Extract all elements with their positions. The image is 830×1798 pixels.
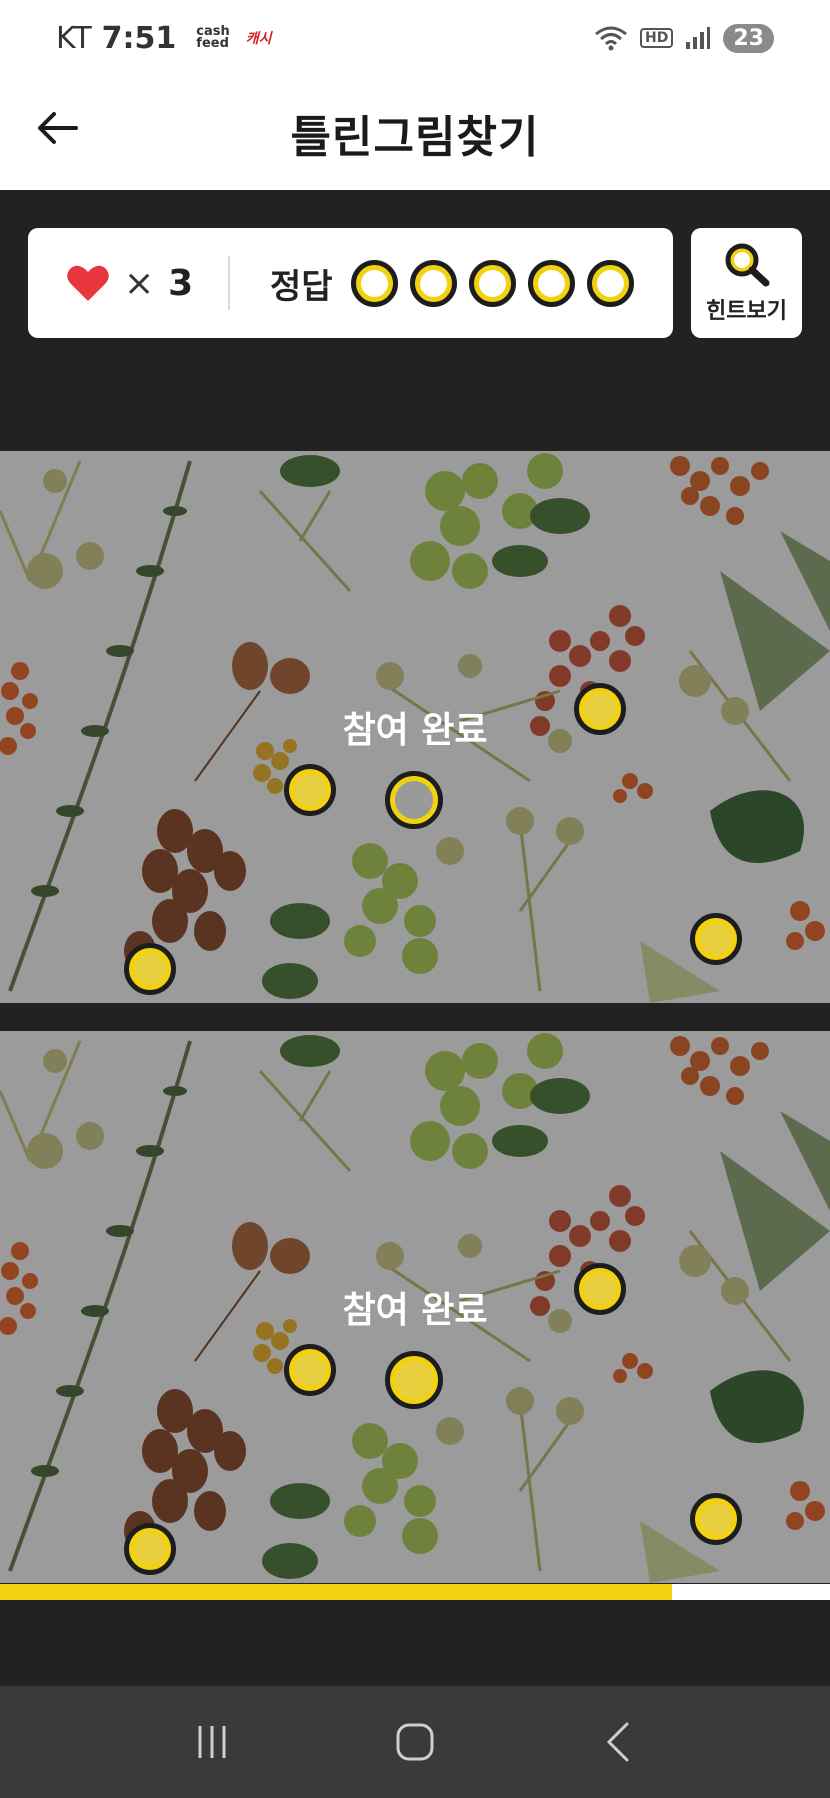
cashfeed-notification-icon: cash feed <box>196 24 230 51</box>
recent-apps-button[interactable] <box>172 1702 252 1782</box>
found-marker <box>574 683 626 735</box>
answer-progress: 정답 <box>230 259 634 308</box>
answer-slot <box>409 259 457 307</box>
hd-voice-icon: HD <box>640 28 674 48</box>
wifi-icon <box>595 26 627 51</box>
lives-multiplier: × <box>124 262 155 304</box>
system-nav-bar <box>0 1686 830 1798</box>
heart-icon <box>67 265 109 301</box>
signal-icon <box>686 27 711 49</box>
modified-image[interactable]: 참여 완료 <box>0 1031 830 1583</box>
lives-count: 3 <box>168 262 194 304</box>
clock: 7:51 <box>101 20 177 56</box>
hint-label: 힌트보기 <box>706 299 787 324</box>
found-marker <box>124 943 176 995</box>
time-progress-fill <box>0 1584 673 1600</box>
status-bar: KT 7:51 cash feed 캐시 HD 23 <box>0 0 830 76</box>
answer-label: 정답 <box>270 266 333 307</box>
back-button[interactable] <box>30 100 86 156</box>
app-notification-icon: 캐시 <box>245 31 272 47</box>
found-marker <box>385 771 443 829</box>
found-marker <box>690 1493 742 1545</box>
battery-indicator: 23 <box>723 23 774 53</box>
app-header: 틀린그림찾기 <box>0 76 830 190</box>
found-marker <box>574 1263 626 1315</box>
home-button[interactable] <box>375 1702 455 1782</box>
completion-label: 참여 완료 <box>342 710 488 751</box>
hint-button[interactable]: 힌트보기 <box>691 228 802 338</box>
chevron-left-icon <box>607 1722 629 1762</box>
answer-slot <box>350 259 398 307</box>
completion-label: 참여 완료 <box>342 1290 488 1331</box>
found-marker <box>124 1523 176 1575</box>
original-image[interactable]: 참여 완료 <box>0 451 830 1003</box>
home-icon <box>396 1723 434 1761</box>
recent-apps-icon <box>198 1726 226 1758</box>
arrow-left-icon <box>38 112 78 144</box>
answer-slot <box>468 259 516 307</box>
found-marker <box>690 913 742 965</box>
carrier-label: KT <box>56 20 92 56</box>
answer-slot <box>586 259 634 307</box>
lives-counter: × 3 <box>28 263 228 304</box>
magnifier-icon <box>725 243 769 287</box>
answer-slot <box>527 259 575 307</box>
back-nav-button[interactable] <box>578 1702 658 1782</box>
score-card: × 3 정답 <box>28 228 673 338</box>
found-marker <box>284 1344 336 1396</box>
page-title: 틀린그림찾기 <box>290 112 540 163</box>
time-progress-bar <box>0 1584 830 1600</box>
found-marker <box>385 1351 443 1409</box>
found-marker <box>284 764 336 816</box>
